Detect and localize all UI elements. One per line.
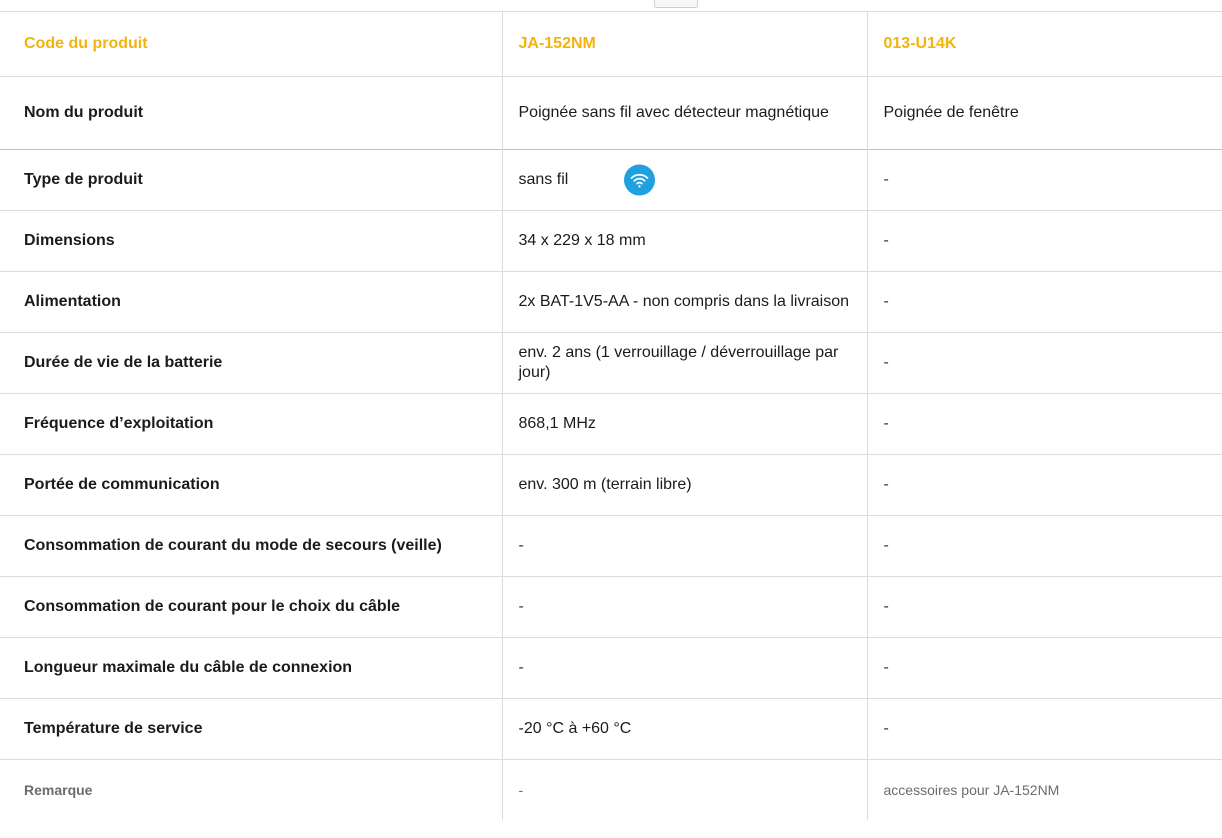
row-value-col3: - xyxy=(866,332,1222,394)
row-value-col2: - xyxy=(501,576,867,638)
table-row-product-name: Nom du produit Poignée sans fil avec dét… xyxy=(0,76,1222,150)
row-value-col3: Poignée de fenêtre xyxy=(866,76,1222,150)
row-value-col3: - xyxy=(866,271,1222,333)
wifi-icon xyxy=(623,164,655,196)
table-row-battery-life: Durée de vie de la batterie env. 2 ans (… xyxy=(0,332,1222,394)
row-value-col2: env. 2 ans (1 verrouillage / déverrouill… xyxy=(501,332,867,394)
table-row-product-type: Type de produit sans fil - xyxy=(0,149,1222,211)
product-code-013u14k[interactable]: 013-U14K xyxy=(866,11,1222,77)
collapse-tab-handle[interactable] xyxy=(654,0,698,8)
row-label: Consommation de courant du mode de secou… xyxy=(0,515,502,577)
row-label: Durée de vie de la batterie xyxy=(0,332,502,394)
row-value-col3: - xyxy=(866,637,1222,699)
row-value-col2: 2x BAT-1V5-AA - non compris dans la livr… xyxy=(501,271,867,333)
row-value-col3: - xyxy=(866,393,1222,455)
row-value-col2: Poignée sans fil avec détecteur magnétiq… xyxy=(501,76,867,150)
row-label: Fréquence d’exploitation xyxy=(0,393,502,455)
table-header-row: Code du produit JA-152NM 013-U14K xyxy=(0,11,1222,77)
table-row-cable-length: Longueur maximale du câble de connexion … xyxy=(0,637,1222,699)
row-value-col2: - xyxy=(501,759,867,820)
row-value-col2: env. 300 m (terrain libre) xyxy=(501,454,867,516)
type-value-text: sans fil xyxy=(518,171,569,188)
row-label: Nom du produit xyxy=(0,76,502,150)
table-row-cable-consumption: Consommation de courant pour le choix du… xyxy=(0,576,1222,638)
row-label: Alimentation xyxy=(0,271,502,333)
comparison-table: Code du produit JA-152NM 013-U14K Nom du… xyxy=(0,11,1222,820)
row-value-col3: - xyxy=(866,698,1222,760)
row-value-col3: - xyxy=(866,576,1222,638)
table-row-operating-temperature: Température de service -20 °C à +60 °C - xyxy=(0,698,1222,760)
row-value-col3: - xyxy=(866,515,1222,577)
table-row-dimensions: Dimensions 34 x 229 x 18 mm - xyxy=(0,210,1222,272)
row-value-col2: - xyxy=(501,515,867,577)
row-label: Type de produit xyxy=(0,149,502,211)
row-value-col2: sans fil xyxy=(501,149,867,211)
row-value-col3: - xyxy=(866,149,1222,211)
table-row-remark: Remarque - accessoires pour JA-152NM xyxy=(0,759,1222,820)
table-row-range: Portée de communication env. 300 m (terr… xyxy=(0,454,1222,516)
row-value-col3: - xyxy=(866,454,1222,516)
row-label: Température de service xyxy=(0,698,502,760)
table-row-power: Alimentation 2x BAT-1V5-AA - non compris… xyxy=(0,271,1222,333)
row-label: Portée de communication xyxy=(0,454,502,516)
header-label: Code du produit xyxy=(0,11,502,77)
row-value-col2: 868,1 MHz xyxy=(501,393,867,455)
row-label: Remarque xyxy=(0,759,502,820)
row-value-col3: accessoires pour JA-152NM xyxy=(866,759,1222,820)
table-row-standby-consumption: Consommation de courant du mode de secou… xyxy=(0,515,1222,577)
table-row-frequency: Fréquence d’exploitation 868,1 MHz - xyxy=(0,393,1222,455)
product-comparison-page: Code du produit JA-152NM 013-U14K Nom du… xyxy=(0,0,1222,838)
row-label: Dimensions xyxy=(0,210,502,272)
product-code-ja152nm[interactable]: JA-152NM xyxy=(501,11,867,77)
row-label-text: Consommation de courant pour le choix du… xyxy=(24,598,401,615)
row-value-col3: - xyxy=(866,210,1222,272)
row-label: Consommation de courant pour le choix du… xyxy=(0,576,502,638)
row-value-col2: -20 °C à +60 °C xyxy=(501,698,867,760)
row-value-col2: - xyxy=(501,637,867,699)
row-label-text: Consommation de courant du mode de secou… xyxy=(24,537,442,554)
row-label: Longueur maximale du câble de connexion xyxy=(0,637,502,699)
row-value-col2: 34 x 229 x 18 mm xyxy=(501,210,867,272)
